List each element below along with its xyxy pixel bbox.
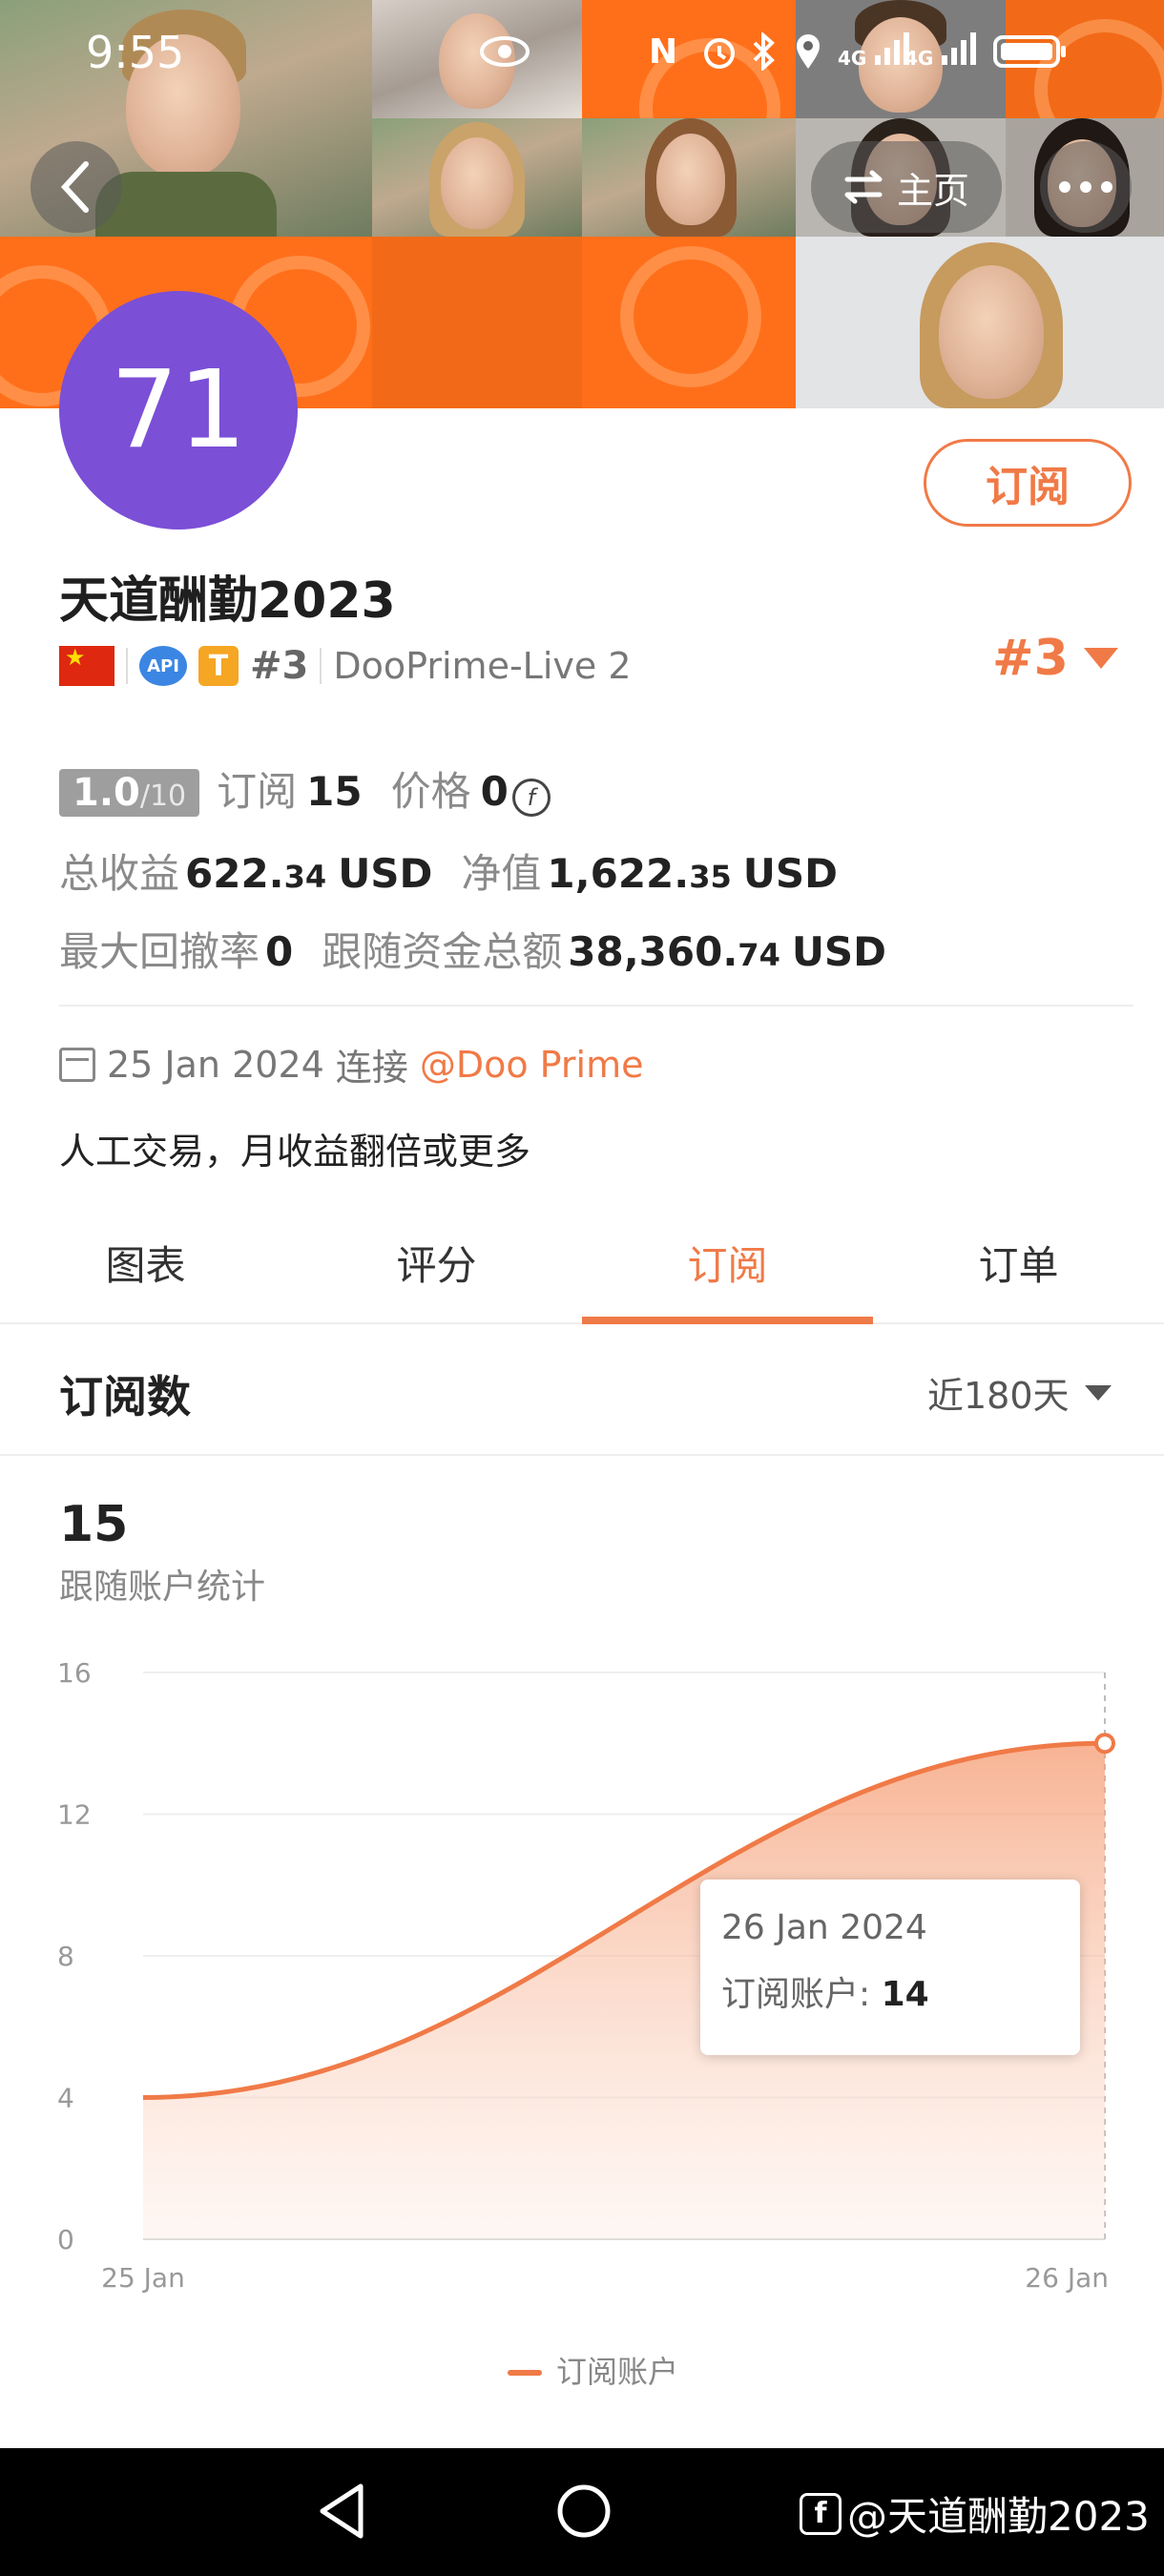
follow-funds-label: 跟随资金总额 — [322, 928, 563, 975]
bluetooth-icon — [752, 31, 777, 79]
strategy-description: 人工交易，月收益翻倍或更多 — [59, 1131, 531, 1173]
banner-photo — [372, 118, 582, 237]
server-name: DooPrime-Live 2 — [333, 645, 632, 687]
divider — [320, 648, 322, 684]
connect-label: 连接 — [335, 1047, 408, 1089]
caret-down-icon — [1084, 1384, 1112, 1401]
tab-orders[interactable]: 订单 — [873, 1202, 1164, 1322]
caret-down-icon — [1083, 648, 1118, 669]
alarm-icon — [700, 32, 738, 79]
x-tick-label: 26 Jan — [1025, 2262, 1109, 2294]
chart-tooltip: 26 Jan 2024 订阅账户: 14 — [700, 1880, 1080, 2055]
stats-row-2: 总收益 622.34 USD 净值 1,622.35 USD — [59, 841, 838, 900]
range-label: 近180天 — [927, 1375, 1070, 1417]
avatar: 71 — [59, 291, 298, 530]
subs-label: 订阅 — [217, 768, 298, 815]
net-value-value: 1,622.35 — [547, 850, 732, 897]
price-label: 价格 — [390, 768, 471, 815]
price-value: 0 — [480, 768, 509, 815]
circle-home-icon — [557, 2484, 611, 2538]
badge-row: ★ API T #3 DooPrime-Live 2 — [59, 639, 632, 693]
facebook-icon: f — [800, 2492, 842, 2535]
tab-subscriptions[interactable]: 订阅 — [582, 1202, 873, 1324]
data-point — [1094, 1733, 1115, 1755]
signal-4g-icon: 4G — [838, 32, 911, 70]
more-dots-icon — [1059, 181, 1112, 193]
score-badge: 1.0/10 — [59, 769, 200, 817]
total-profit-value: 622.34 — [185, 850, 327, 897]
since-date: 25 Jan 2024 — [107, 1043, 324, 1086]
stats-row-1: 1.0/10 订阅 15 价格 0 f — [59, 759, 551, 818]
status-time: 9:55 — [86, 27, 185, 78]
coin-icon: f — [511, 779, 551, 817]
followers-count: 15 — [59, 1496, 129, 1553]
location-icon — [794, 32, 822, 79]
banner-photo — [582, 118, 796, 237]
since-row: 25 Jan 2024 连接 @Doo Prime — [59, 1038, 643, 1091]
x-tick-label: 25 Jan — [101, 2262, 185, 2294]
banner-pattern-tile — [372, 237, 582, 408]
home-button[interactable]: 主页 — [811, 141, 1002, 233]
back-button[interactable] — [31, 141, 122, 233]
nfc-icon: N — [649, 32, 678, 72]
y-tick-label: 16 — [57, 1657, 92, 1689]
net-value-label: 净值 — [461, 850, 542, 897]
nav-back-button[interactable] — [315, 2481, 368, 2545]
rank-big: #3 — [992, 630, 1069, 687]
rank-small: #3 — [250, 644, 309, 688]
rank-dropdown[interactable]: #3 — [992, 630, 1118, 687]
tooltip-value: 14 — [881, 1975, 929, 2014]
y-tick-label: 8 — [57, 1941, 74, 1972]
tooltip-label: 订阅账户: — [721, 1975, 882, 2014]
follow-funds-unit: USD — [791, 928, 887, 975]
page-title: 天道酬勤2023 — [59, 572, 396, 630]
net-value-unit: USD — [742, 850, 838, 897]
battery-icon — [992, 32, 1069, 79]
switch-icon — [844, 170, 883, 204]
section-title: 订阅数 — [59, 1371, 191, 1423]
trader-badge-icon: T — [198, 646, 239, 686]
range-dropdown[interactable]: 近180天 — [927, 1366, 1112, 1419]
chevron-left-icon — [60, 161, 89, 213]
y-tick-label: 4 — [57, 2083, 74, 2114]
calendar-icon — [59, 1047, 95, 1082]
nav-home-button[interactable] — [555, 2481, 613, 2545]
home-label: 主页 — [896, 169, 969, 212]
stats-row-3: 最大回撤率 0 跟随资金总额 38,360.74 USD — [59, 920, 886, 978]
more-button[interactable] — [1040, 141, 1132, 233]
follow-funds-value: 38,360.74 — [568, 928, 780, 975]
divider — [59, 1005, 1133, 1007]
banner-pattern-tile — [582, 237, 796, 408]
y-tick-label: 12 — [57, 1799, 92, 1831]
triangle-back-icon — [320, 2483, 364, 2539]
api-badge-icon: API — [139, 646, 187, 686]
tab-bar: 图表 评分 订阅 订单 — [0, 1202, 1164, 1324]
tooltip-line: 订阅账户: 14 — [721, 1966, 1080, 2016]
china-flag-icon: ★ — [59, 646, 114, 686]
section-header: 订阅数 近180天 — [0, 1324, 1164, 1456]
signal-4g-icon: 4G — [904, 32, 978, 70]
banner-photo — [796, 237, 1164, 408]
max-drawdown-label: 最大回撤率 — [59, 928, 260, 975]
eye-icon — [479, 32, 530, 79]
total-profit-label: 总收益 — [59, 850, 180, 897]
broker-link[interactable]: @Doo Prime — [420, 1044, 644, 1086]
legend-label: 订阅账户 — [556, 2354, 678, 2390]
tab-chart[interactable]: 图表 — [0, 1202, 291, 1322]
max-drawdown-value: 0 — [265, 928, 294, 975]
status-bar: 9:55 N 4G 4G — [0, 0, 1164, 113]
watermark: f @天道酬勤2023 — [800, 2484, 1150, 2543]
tab-rating[interactable]: 评分 — [291, 1202, 582, 1322]
subs-value: 15 — [306, 768, 363, 815]
subscribe-button[interactable]: 订阅 — [924, 439, 1132, 527]
tooltip-date: 26 Jan 2024 — [721, 1908, 927, 1947]
total-profit-unit: USD — [338, 850, 433, 897]
y-tick-label: 0 — [57, 2224, 74, 2255]
watermark-text: @天道酬勤2023 — [847, 2493, 1150, 2540]
followers-count-label: 跟随账户统计 — [59, 1568, 266, 1607]
